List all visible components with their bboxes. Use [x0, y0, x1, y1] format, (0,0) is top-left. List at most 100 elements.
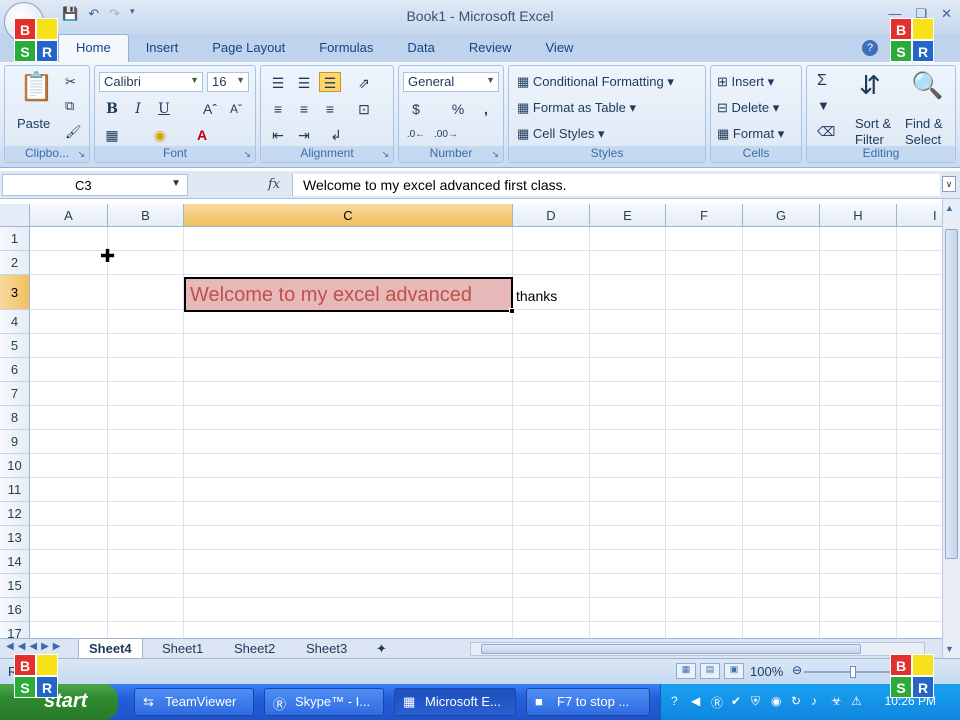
row-header-8[interactable]: 8	[0, 406, 30, 430]
align-top-icon[interactable]: ☰	[267, 72, 289, 92]
merge-center-icon[interactable]: ⊡	[353, 98, 375, 118]
clipboard-dialog-icon[interactable]: ↘	[77, 149, 85, 160]
row-header-17[interactable]: 17	[0, 622, 30, 638]
increase-indent-icon[interactable]: ⇥	[293, 124, 315, 144]
column-header-c[interactable]: C	[184, 204, 513, 227]
align-center-icon[interactable]: ≡	[293, 98, 315, 118]
bold-icon[interactable]: B	[101, 98, 123, 118]
cell-styles-button[interactable]: ▦ Cell Styles ▾	[517, 126, 604, 142]
row-header-14[interactable]: 14	[0, 550, 30, 574]
warning-icon[interactable]: ⚠	[851, 694, 862, 708]
insert-cells-button[interactable]: ⊞ Insert ▾	[717, 74, 774, 90]
volume-icon[interactable]: ♪	[811, 694, 817, 708]
align-middle-icon[interactable]: ☰	[293, 72, 315, 92]
scroll-up-icon[interactable]: ▲	[945, 203, 954, 213]
column-header-i[interactable]: I	[897, 204, 942, 227]
row-header-1[interactable]: 1	[0, 227, 30, 251]
find-select-label-2[interactable]: Select	[905, 132, 941, 147]
formula-input[interactable]: Welcome to my excel advanced first class…	[292, 174, 940, 196]
column-header-b[interactable]: B	[108, 204, 184, 227]
taskbar-item-excel[interactable]: ▦ Microsoft E...	[394, 688, 516, 716]
row-header-15[interactable]: 15	[0, 574, 30, 598]
italic-icon[interactable]: I	[127, 98, 149, 118]
normal-view-icon[interactable]: ▦	[676, 663, 696, 679]
row-header-4[interactable]: 4	[0, 310, 30, 334]
find-select-label-1[interactable]: Find &	[905, 116, 943, 131]
worksheet-grid[interactable]: A B C D E F G H I 1 2 3 4 5 6 7 8 9 10 11 12 13 14 15 1…	[0, 204, 942, 638]
column-header-h[interactable]: H	[820, 204, 897, 227]
borders-icon[interactable]: ▦	[101, 124, 123, 144]
grow-font-icon[interactable]: Aˆ	[199, 98, 221, 118]
horizontal-scrollbar[interactable]	[470, 642, 925, 656]
alignment-dialog-icon[interactable]: ↘	[381, 149, 389, 160]
orientation-icon[interactable]: ⇗	[353, 72, 375, 92]
decrease-indent-icon[interactable]: ⇤	[267, 124, 289, 144]
find-select-icon[interactable]: 🔍	[911, 70, 943, 101]
font-name-combo[interactable]: Calibri ▼	[99, 72, 203, 92]
tab-insert[interactable]: Insert	[129, 35, 196, 62]
network-icon[interactable]: ◀	[691, 694, 700, 708]
zoom-level[interactable]: 100%	[750, 664, 783, 679]
row-header-3[interactable]: 3	[0, 275, 30, 310]
row-header-11[interactable]: 11	[0, 478, 30, 502]
insert-sheet-icon[interactable]: ✦	[366, 639, 397, 659]
page-break-view-icon[interactable]: ▣	[724, 663, 744, 679]
paste-icon[interactable]: 📋	[19, 70, 54, 103]
close-icon[interactable]: ✕	[941, 6, 952, 22]
number-format-combo[interactable]: General ▼	[403, 72, 499, 92]
expand-formula-bar-icon[interactable]: ∨	[942, 176, 956, 192]
cell-d3-text[interactable]: thanks	[516, 288, 557, 304]
taskbar-item-skype[interactable]: Ⓡ Skype™ - I...	[264, 688, 384, 716]
autosum-icon[interactable]: Σ	[817, 72, 827, 90]
check-icon[interactable]: ✔	[731, 694, 741, 708]
wrap-text-icon[interactable]: ↲	[325, 124, 347, 144]
shrink-font-icon[interactable]: Aˇ	[225, 98, 247, 118]
row-header-5[interactable]: 5	[0, 334, 30, 358]
zoom-knob[interactable]	[850, 666, 856, 678]
skype-tray-icon[interactable]: Ⓡ	[711, 694, 723, 711]
taskbar-item-recorder[interactable]: ■ F7 to stop ...	[526, 688, 650, 716]
align-left-icon[interactable]: ≡	[267, 98, 289, 118]
tab-review[interactable]: Review	[452, 35, 529, 62]
format-as-table-button[interactable]: ▦ Format as Table ▾	[517, 100, 636, 116]
align-right-icon[interactable]: ≡	[319, 98, 341, 118]
row-header-6[interactable]: 6	[0, 358, 30, 382]
sort-filter-label-1[interactable]: Sort &	[855, 116, 891, 131]
taskbar-item-teamviewer[interactable]: ⇆ TeamViewer	[134, 688, 254, 716]
fill-handle[interactable]	[509, 308, 515, 314]
font-color-icon[interactable]: A	[191, 124, 213, 144]
row-header-9[interactable]: 9	[0, 430, 30, 454]
sheet-tab-sheet2[interactable]: Sheet2	[224, 639, 285, 659]
column-header-e[interactable]: E	[590, 204, 666, 227]
conditional-formatting-button[interactable]: ▦ Conditional Formatting ▾	[517, 74, 674, 90]
sheet-tab-sheet3[interactable]: Sheet3	[296, 639, 357, 659]
column-header-d[interactable]: D	[513, 204, 590, 227]
sort-filter-icon[interactable]: ⇵	[859, 70, 881, 101]
column-header-g[interactable]: G	[743, 204, 820, 227]
row-header-2[interactable]: 2	[0, 251, 30, 275]
scroll-down-icon[interactable]: ▼	[945, 644, 954, 654]
currency-icon[interactable]: $	[405, 98, 427, 118]
sort-filter-label-2[interactable]: Filter	[855, 132, 884, 147]
antivirus-icon[interactable]: ☣	[831, 694, 842, 708]
copy-icon[interactable]: ⧉	[65, 98, 74, 114]
column-header-a[interactable]: A	[30, 204, 108, 227]
row-header-13[interactable]: 13	[0, 526, 30, 550]
name-box[interactable]: C3 ▼	[2, 174, 188, 196]
page-layout-view-icon[interactable]: ▤	[700, 663, 720, 679]
font-dialog-icon[interactable]: ↘	[243, 149, 251, 160]
fill-icon[interactable]: ▼	[817, 98, 830, 113]
font-size-combo[interactable]: 16 ▼	[207, 72, 249, 92]
fill-color-icon[interactable]: ◉	[149, 124, 171, 144]
cut-icon[interactable]: ✂	[65, 74, 76, 90]
shield-icon[interactable]: ⛨	[751, 694, 760, 709]
format-cells-button[interactable]: ▦ Format ▾	[717, 126, 784, 142]
number-dialog-icon[interactable]: ↘	[491, 149, 499, 160]
tab-page-layout[interactable]: Page Layout	[195, 35, 302, 62]
tab-data[interactable]: Data	[390, 35, 451, 62]
percent-icon[interactable]: %	[447, 98, 469, 118]
sync-icon[interactable]: ↻	[791, 694, 801, 708]
increase-decimal-icon[interactable]: .0←	[405, 124, 427, 144]
vertical-scrollbar[interactable]: ▲ ▼	[942, 199, 960, 658]
record-icon[interactable]: ◉	[771, 694, 781, 708]
